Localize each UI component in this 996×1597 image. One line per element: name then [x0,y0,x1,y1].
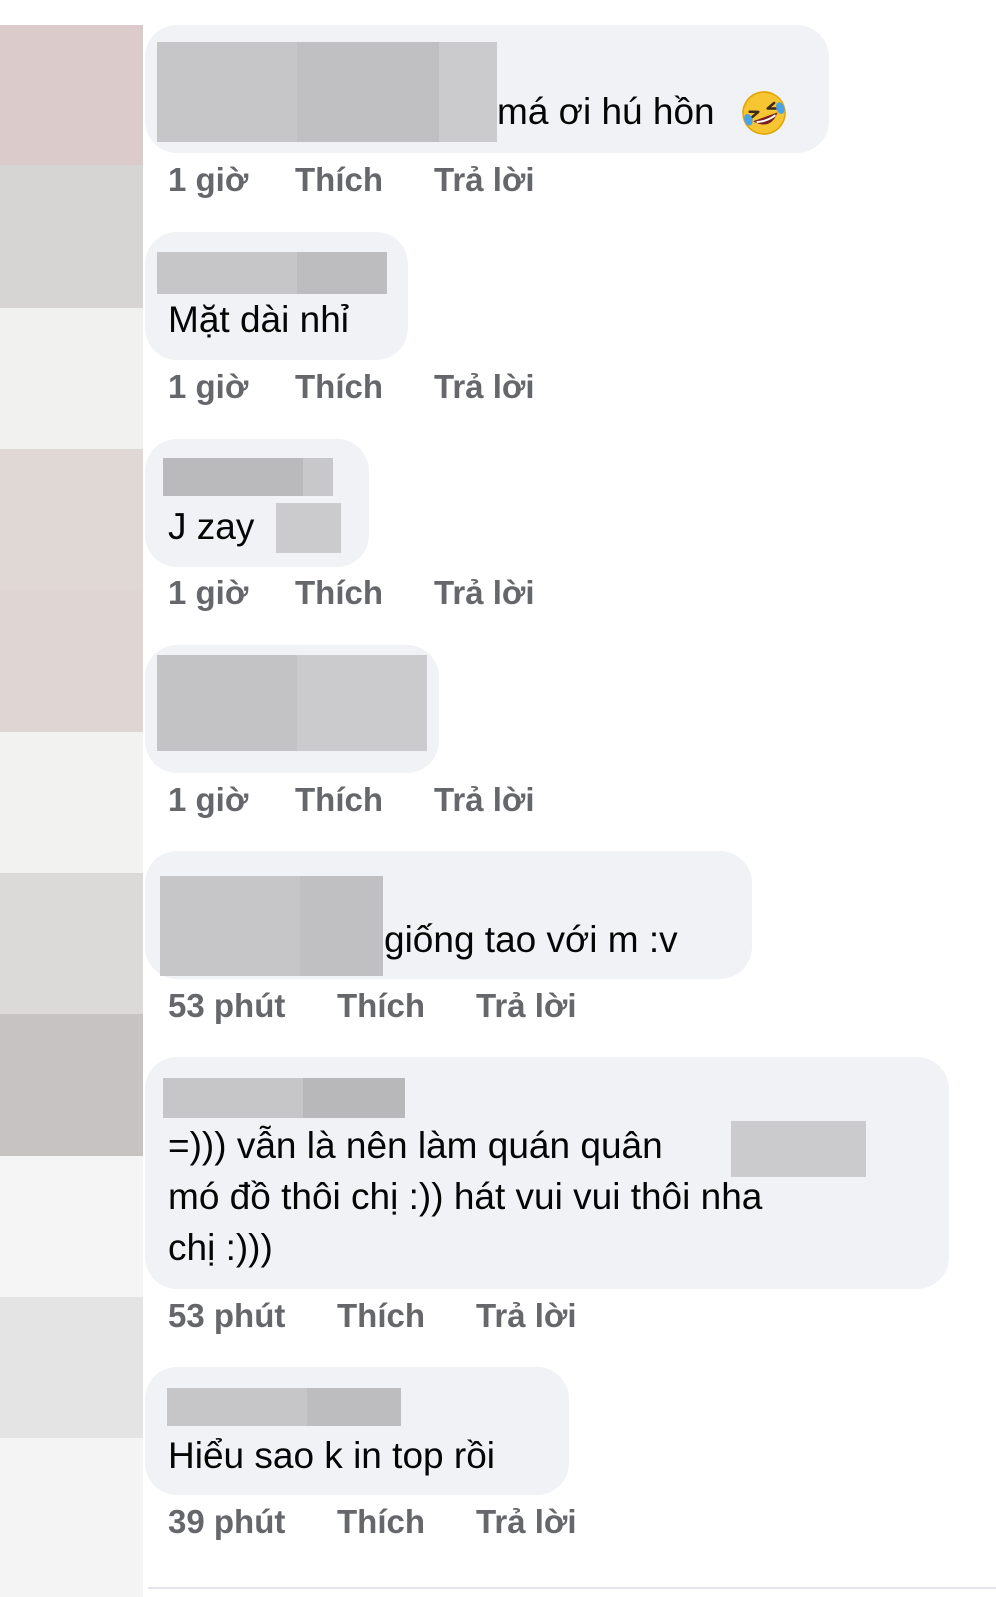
comment-time: 39 phút [168,1503,286,1540]
reply-button[interactable]: Trả lời [434,367,535,407]
comment-text-line: =))) vẫn là nên làm quán quân [168,1125,663,1166]
comment-actions: 53 phút Thích Trả lời [168,1296,588,1336]
comment-text: J zay [168,506,255,547]
reply-button[interactable]: Trả lời [434,780,535,820]
redacted-name [163,458,333,496]
redacted-name [157,42,497,142]
comment-text: má ơi hú hồn [497,91,715,132]
divider [148,1587,996,1589]
comment-text: Hiểu sao k in top rồi [168,1435,496,1476]
comment-time: 1 giờ [168,161,249,198]
like-button[interactable]: Thích [295,573,383,613]
strip-segment [0,1438,143,1597]
strip-segment [0,1297,143,1438]
comment-time: 1 giờ [168,781,249,818]
strip-segment [0,165,143,308]
like-button[interactable]: Thích [337,986,425,1026]
strip-segment [0,1156,143,1297]
reply-button[interactable]: Trả lời [434,573,535,613]
like-button[interactable]: Thích [295,367,383,407]
strip-segment [0,1014,143,1156]
comment-actions: 39 phút Thích Trả lời [168,1502,588,1542]
redacted-name [167,1388,401,1426]
laughing-emoji-icon [742,91,786,135]
reply-button[interactable]: Trả lời [434,160,535,200]
reply-button[interactable]: Trả lời [476,1296,577,1336]
like-button[interactable]: Thích [295,160,383,200]
comment-actions: 1 giờ Thích Trả lời [168,780,568,820]
comment-text: Mặt dài nhỉ [168,299,349,340]
like-button[interactable]: Thích [337,1502,425,1542]
comment-actions: 1 giờ Thích Trả lời [168,573,568,613]
redacted-name [163,1078,405,1118]
strip-segment [0,308,143,449]
strip-segment [0,449,143,591]
comment-text-line: mó đồ thôi chị :)) hát vui vui thôi nha [168,1176,763,1217]
comment-time: 1 giờ [168,574,249,611]
comment-actions: 1 giờ Thích Trả lời [168,160,568,200]
strip-segment [0,873,143,1014]
reply-button[interactable]: Trả lời [476,1502,577,1542]
redacted-name [160,876,383,976]
redacted-text [731,1121,866,1177]
strip-segment [0,732,143,873]
comment-time: 53 phút [168,1297,286,1334]
comment-actions: 1 giờ Thích Trả lời [168,367,568,407]
comment-time: 53 phút [168,987,286,1024]
comment-text-line: chị :))) [168,1227,273,1268]
redacted-comment [157,655,427,751]
comment-text: giống tao với m :v [384,919,678,960]
reply-button[interactable]: Trả lời [476,986,577,1026]
comment-time: 1 giờ [168,368,249,405]
strip-segment [0,591,143,732]
like-button[interactable]: Thích [295,780,383,820]
cropped-image-strip [0,0,143,1597]
strip-segment [0,25,143,165]
like-button[interactable]: Thích [337,1296,425,1336]
redacted-text [276,503,341,553]
comment-actions: 53 phút Thích Trả lời [168,986,588,1026]
redacted-name [157,252,387,294]
